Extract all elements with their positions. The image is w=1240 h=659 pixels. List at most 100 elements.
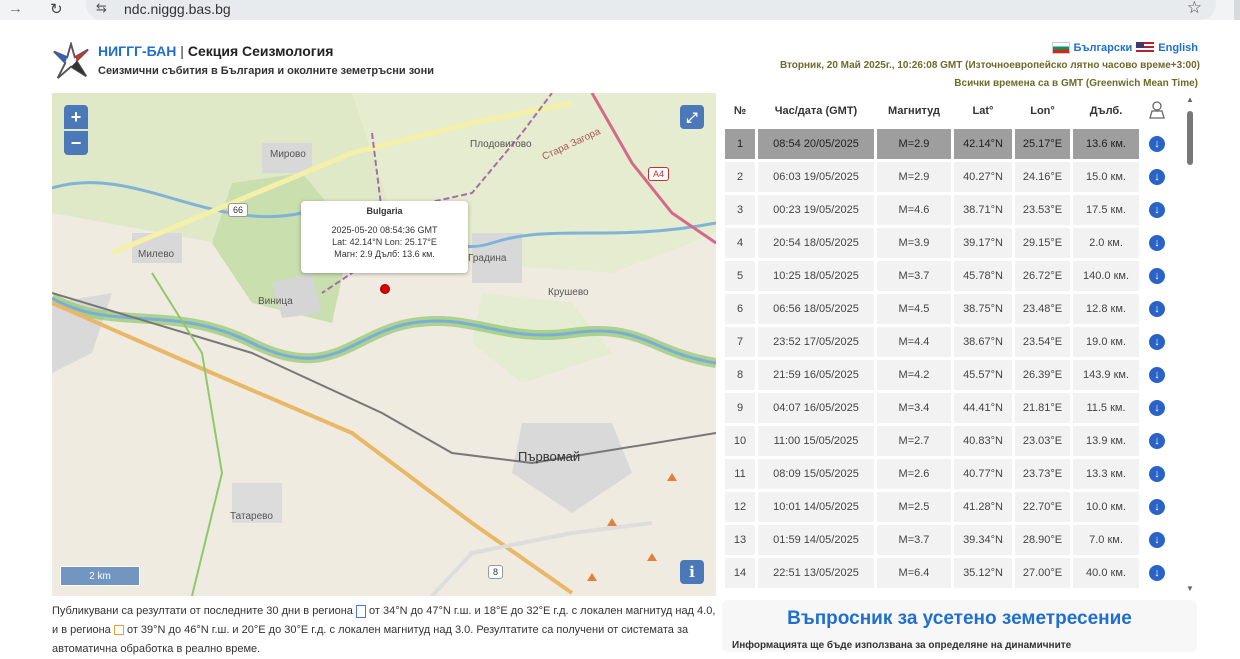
cell-lat[interactable]: 38.75°N <box>954 294 1012 324</box>
cell-depth[interactable]: 19.0 км. <box>1073 327 1139 357</box>
cell-magnitude[interactable]: M=4.5 <box>877 294 951 324</box>
col-lat[interactable]: Lat° <box>954 96 1012 126</box>
reload-icon[interactable]: ↻ <box>50 0 63 18</box>
download-icon[interactable]: ↓ <box>1149 169 1165 185</box>
cell-number[interactable]: 4 <box>725 228 755 258</box>
cell-download[interactable]: ↓ <box>1142 261 1172 291</box>
scroll-down-icon[interactable]: ▼ <box>1186 584 1194 593</box>
cell-number[interactable]: 12 <box>725 492 755 522</box>
table-row[interactable]: 6 06:56 18/05/2025 M=4.5 38.75°N 23.48°E 12.8… <box>725 294 1172 324</box>
cell-lon[interactable]: 23.53°E <box>1015 195 1070 225</box>
table-row[interactable]: 8 21:59 16/05/2025 M=4.2 45.57°N 26.39°E 143.… <box>725 360 1172 390</box>
cell-time[interactable]: 10:01 14/05/2025 <box>758 492 874 522</box>
scroll-up-icon[interactable]: ▲ <box>1186 95 1194 104</box>
cell-lat[interactable]: 35.12°N <box>954 558 1012 588</box>
cell-time[interactable]: 23:52 17/05/2025 <box>758 327 874 357</box>
cell-lat[interactable]: 41.28°N <box>954 492 1012 522</box>
col-number[interactable]: № <box>725 96 755 126</box>
cell-depth[interactable]: 12.8 км. <box>1073 294 1139 324</box>
table-row[interactable]: 9 04:07 16/05/2025 M=3.4 44.41°N 21.81°E 11.5… <box>725 393 1172 423</box>
cell-lon[interactable]: 23.54°E <box>1015 327 1070 357</box>
col-depth[interactable]: Дълб. <box>1073 96 1139 126</box>
cell-time[interactable]: 06:56 18/05/2025 <box>758 294 874 324</box>
info-icon[interactable]: i <box>680 560 704 584</box>
cell-download[interactable]: ↓ <box>1142 162 1172 192</box>
table-scrollbar[interactable]: ▲ ▼ <box>1184 93 1196 593</box>
table-row[interactable]: 14 22:51 13/05/2025 M=6.4 35.12°N 27.00°E 40.… <box>725 558 1172 588</box>
cell-download[interactable]: ↓ <box>1142 525 1172 555</box>
cell-lat[interactable]: 38.71°N <box>954 195 1012 225</box>
cell-download[interactable]: ↓ <box>1142 129 1172 159</box>
cell-lat[interactable]: 44.41°N <box>954 393 1012 423</box>
cell-time[interactable]: 10:25 18/05/2025 <box>758 261 874 291</box>
cell-magnitude[interactable]: M=4.6 <box>877 195 951 225</box>
cell-number[interactable]: 1 <box>725 129 755 159</box>
cell-time[interactable]: 22:51 13/05/2025 <box>758 558 874 588</box>
download-icon[interactable]: ↓ <box>1149 202 1165 218</box>
table-row[interactable]: 7 23:52 17/05/2025 M=4.4 38.67°N 23.54°E 19.0… <box>725 327 1172 357</box>
download-icon[interactable]: ↓ <box>1149 565 1165 581</box>
table-row[interactable]: 3 00:23 19/05/2025 M=4.6 38.71°N 23.53°E 17.5… <box>725 195 1172 225</box>
cell-lat[interactable]: 40.77°N <box>954 459 1012 489</box>
address-bar[interactable]: ⇆ ndc.niggg.bas.bg ☆ <box>86 0 1216 20</box>
back-arrow-icon[interactable]: → <box>8 0 23 17</box>
cell-download[interactable]: ↓ <box>1142 195 1172 225</box>
cell-lon[interactable]: 23.73°E <box>1015 459 1070 489</box>
download-icon[interactable]: ↓ <box>1149 367 1165 383</box>
col-magnitude[interactable]: Магнитуд <box>877 96 951 126</box>
survey-title[interactable]: Въпросник за усетено земетресение <box>722 608 1197 630</box>
cell-lon[interactable]: 23.48°E <box>1015 294 1070 324</box>
cell-depth[interactable]: 140.0 км. <box>1073 261 1139 291</box>
cell-lon[interactable]: 24.16°E <box>1015 162 1070 192</box>
cell-lon[interactable]: 26.39°E <box>1015 360 1070 390</box>
map-tiles[interactable] <box>52 93 716 596</box>
org-name-link[interactable]: НИГГГ-БАН <box>98 43 176 59</box>
download-icon[interactable]: ↓ <box>1149 466 1165 482</box>
cell-lat[interactable]: 40.27°N <box>954 162 1012 192</box>
cell-depth[interactable]: 2.0 км. <box>1073 228 1139 258</box>
url-text[interactable]: ndc.niggg.bas.bg <box>124 1 231 17</box>
cell-magnitude[interactable]: M=3.7 <box>877 525 951 555</box>
cell-lat[interactable]: 38.67°N <box>954 327 1012 357</box>
cell-number[interactable]: 3 <box>725 195 755 225</box>
cell-magnitude[interactable]: M=3.9 <box>877 228 951 258</box>
zoom-in-button[interactable]: + <box>64 105 88 129</box>
cell-number[interactable]: 8 <box>725 360 755 390</box>
cell-lon[interactable]: 26.72°E <box>1015 261 1070 291</box>
cell-download[interactable]: ↓ <box>1142 426 1172 456</box>
cell-lon[interactable]: 21.81°E <box>1015 393 1070 423</box>
cell-lat[interactable]: 45.57°N <box>954 360 1012 390</box>
niggg-logo-icon[interactable] <box>52 42 90 80</box>
cell-magnitude[interactable]: M=2.9 <box>877 162 951 192</box>
cell-time[interactable]: 00:23 19/05/2025 <box>758 195 874 225</box>
earthquake-marker[interactable] <box>380 284 390 294</box>
cell-magnitude[interactable]: M=6.4 <box>877 558 951 588</box>
cell-download[interactable]: ↓ <box>1142 393 1172 423</box>
cell-depth[interactable]: 13.9 км. <box>1073 426 1139 456</box>
cell-lon[interactable]: 23.03°E <box>1015 426 1070 456</box>
cell-lon[interactable]: 22.70°E <box>1015 492 1070 522</box>
cell-number[interactable]: 5 <box>725 261 755 291</box>
download-icon[interactable]: ↓ <box>1149 235 1165 251</box>
cell-magnitude[interactable]: M=3.4 <box>877 393 951 423</box>
cell-lat[interactable]: 45.78°N <box>954 261 1012 291</box>
cell-download[interactable]: ↓ <box>1142 294 1172 324</box>
bulgarian-flag-icon[interactable] <box>1051 42 1070 54</box>
earthquake-map[interactable]: Мирово Плодовитово Милево Виница Градина… <box>52 93 716 596</box>
cell-download[interactable]: ↓ <box>1142 327 1172 357</box>
events-table-panel[interactable]: № Час/дата (GMT) Магнитуд Lat° Lon° Дълб… <box>722 93 1197 593</box>
cell-time[interactable]: 08:54 20/05/2025 <box>758 129 874 159</box>
cell-depth[interactable]: 13.6 км. <box>1073 129 1139 159</box>
download-icon[interactable]: ↓ <box>1149 334 1165 350</box>
cell-depth[interactable]: 7.0 км. <box>1073 525 1139 555</box>
table-row[interactable]: 11 08:09 15/05/2025 M=2.6 40.77°N 23.73°E 13.… <box>725 459 1172 489</box>
table-row[interactable]: 1 08:54 20/05/2025 M=2.9 42.14°N 25.17°E 13.6… <box>725 129 1172 159</box>
cell-lon[interactable]: 29.15°E <box>1015 228 1070 258</box>
cell-lat[interactable]: 39.17°N <box>954 228 1012 258</box>
zoom-out-button[interactable]: − <box>64 131 88 155</box>
fullscreen-icon[interactable]: ⤢ <box>680 105 704 129</box>
cell-magnitude[interactable]: M=2.7 <box>877 426 951 456</box>
cell-lon[interactable]: 28.90°E <box>1015 525 1070 555</box>
download-icon[interactable]: ↓ <box>1149 532 1165 548</box>
cell-download[interactable]: ↓ <box>1142 459 1172 489</box>
